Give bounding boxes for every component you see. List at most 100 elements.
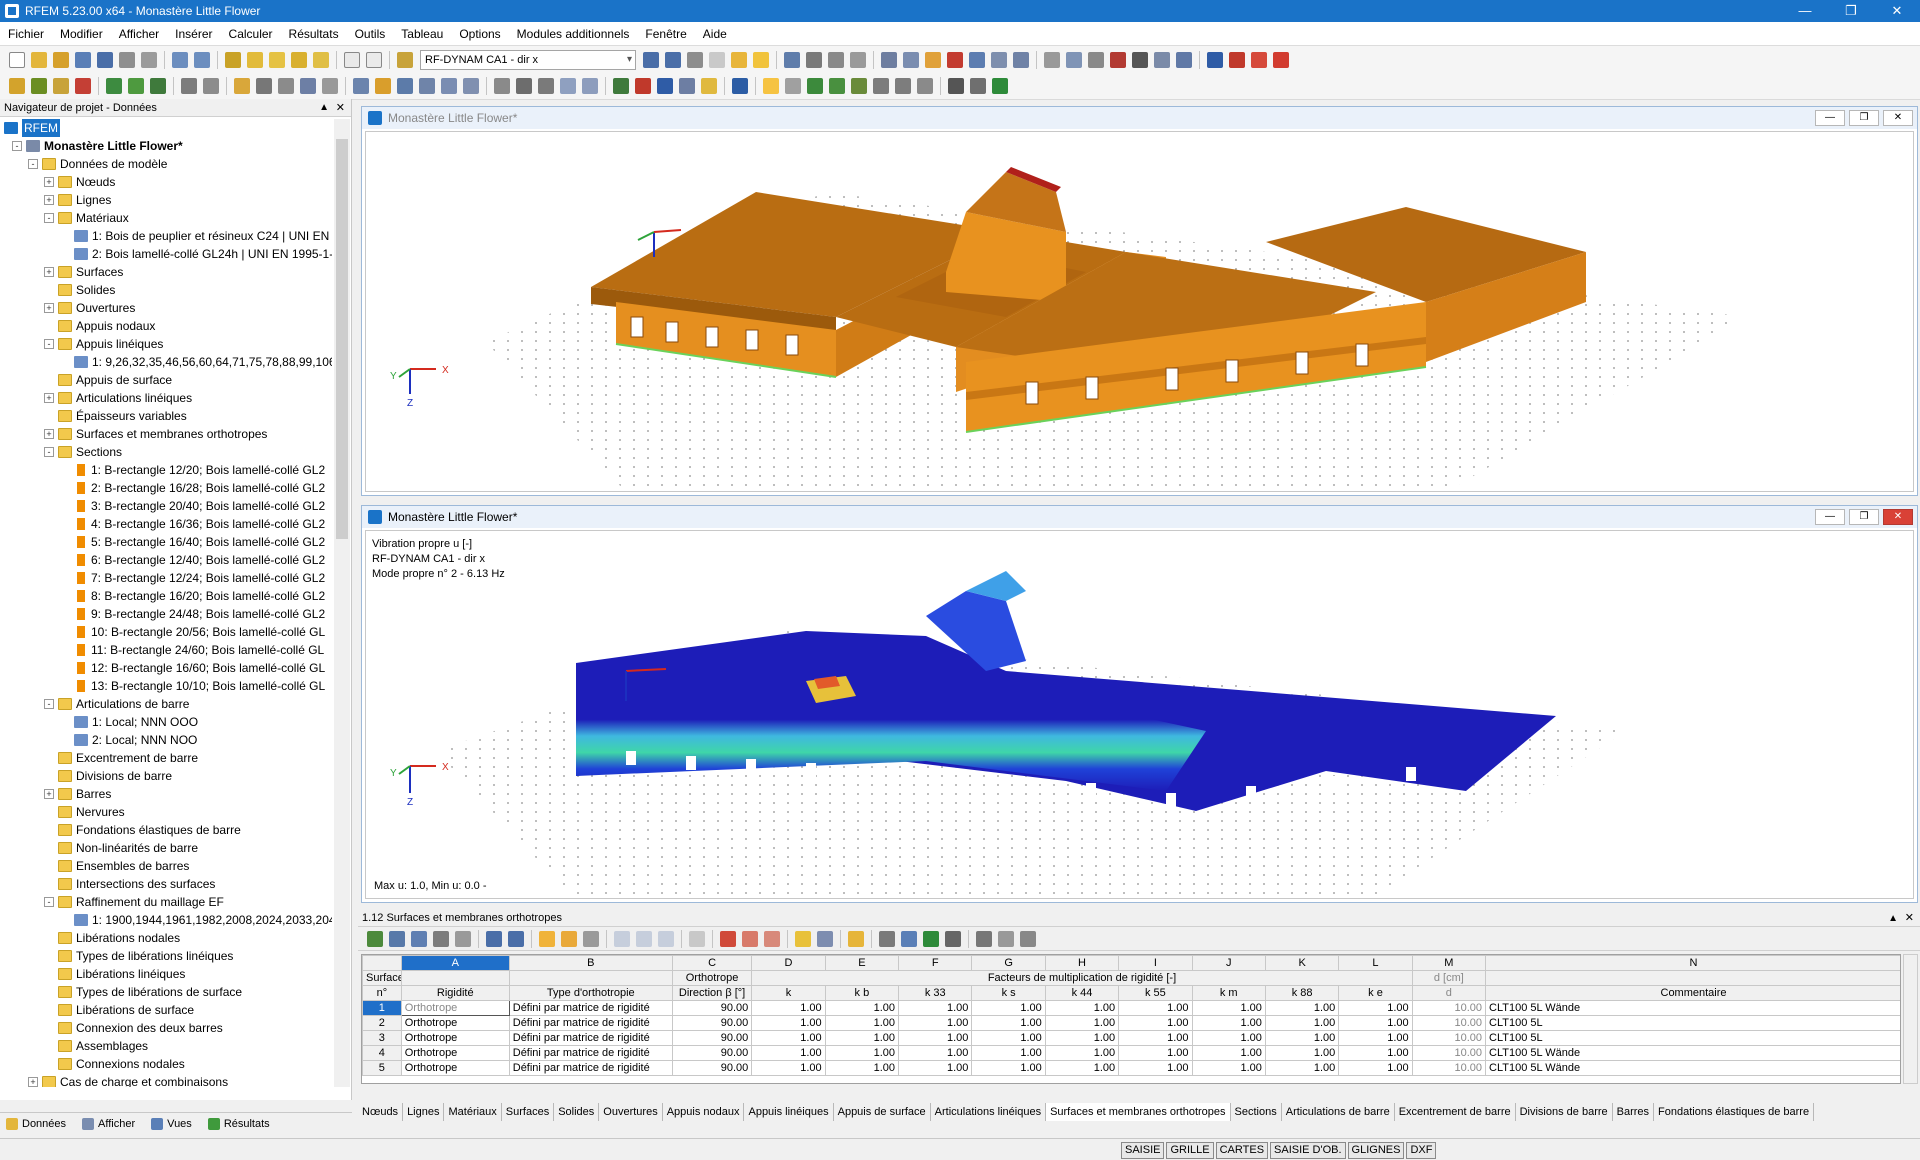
tree-item[interactable]: Appuis nodaux (0, 317, 332, 335)
show-values-icon[interactable] (753, 52, 769, 68)
color-icon[interactable] (732, 78, 748, 94)
table-cell[interactable]: 90.00 (672, 1031, 751, 1046)
table-find-icon[interactable] (976, 931, 992, 947)
menu-aide[interactable]: Aide (703, 27, 727, 41)
grid-view-icon[interactable] (917, 78, 933, 94)
tree-item[interactable]: 1: 1900,1944,1961,1982,2008,2024,2033,20… (0, 911, 332, 929)
table-graph-icon[interactable] (901, 931, 917, 947)
table-cut-icon[interactable] (742, 931, 758, 947)
tree-item[interactable]: 2: B-rectangle 16/28; Bois lamellé-collé… (0, 479, 332, 497)
table-insert-row-icon[interactable] (614, 931, 630, 947)
table-cell[interactable]: 1.00 (1045, 1001, 1118, 1016)
save-all-icon[interactable] (75, 52, 91, 68)
tree-item[interactable]: 2: Local; NNN NOO (0, 731, 332, 749)
table-cell[interactable]: 1.00 (1265, 1016, 1338, 1031)
table-cell[interactable]: 1.00 (1045, 1046, 1118, 1061)
tree-item[interactable]: Fondations élastiques de barre (0, 821, 332, 839)
tree-item[interactable]: Assemblages (0, 1037, 332, 1055)
table-cell[interactable]: 10.00 (1412, 1046, 1485, 1061)
column-letter[interactable]: F (899, 956, 972, 971)
status-dxf[interactable]: DXF (1406, 1142, 1436, 1159)
tree-item[interactable]: Connexion des deux barres (0, 1019, 332, 1037)
table-tab[interactable]: Ouvertures (599, 1103, 662, 1121)
tree-item[interactable]: 1: 9,26,32,35,46,56,60,64,71,75,78,88,99… (0, 353, 332, 371)
table-cell[interactable]: 1 (363, 1001, 402, 1016)
tree-item[interactable]: 3: B-rectangle 20/40; Bois lamellé-collé… (0, 497, 332, 515)
table-cell[interactable]: 1.00 (1119, 1016, 1192, 1031)
table-cell[interactable]: 90.00 (672, 1061, 751, 1076)
tree-item[interactable]: Divisions de barre (0, 767, 332, 785)
member-icon[interactable] (75, 78, 91, 94)
table-sync-icon[interactable] (539, 931, 555, 947)
zoom-icon[interactable] (538, 78, 554, 94)
table-cell[interactable]: 1.00 (899, 1046, 972, 1061)
solid-icon[interactable] (947, 52, 963, 68)
menu-fichier[interactable]: Fichier (8, 27, 44, 41)
table-cell[interactable]: 1.00 (1192, 1001, 1265, 1016)
tree-item[interactable]: -Raffinement du maillage EF (0, 893, 332, 911)
table-cell[interactable]: 1.00 (825, 1046, 898, 1061)
table-sort-icon[interactable] (658, 931, 674, 947)
show-results-on-icon[interactable] (731, 52, 747, 68)
table-cell[interactable]: 1.00 (1192, 1016, 1265, 1031)
table-tab[interactable]: Appuis de surface (834, 1103, 931, 1121)
tree-item[interactable]: +Lignes (0, 191, 332, 209)
pin-icon[interactable]: ▲ (1888, 910, 1898, 927)
table-cell[interactable]: 1.00 (1339, 1061, 1412, 1076)
table-cell[interactable]: 1.00 (1192, 1031, 1265, 1046)
undeformed-icon[interactable] (784, 52, 800, 68)
table-note-icon[interactable] (848, 931, 864, 947)
table-cell[interactable]: 1.00 (825, 1061, 898, 1076)
tree-item[interactable]: -Matériaux (0, 209, 332, 227)
table-filter2-icon[interactable] (1020, 931, 1036, 947)
table-cell[interactable]: 1.00 (972, 1016, 1045, 1031)
tree-item[interactable]: Nervures (0, 803, 332, 821)
table-cell[interactable]: CLT100 5L (1486, 1016, 1901, 1031)
print-preview-icon[interactable] (141, 52, 157, 68)
close-icon[interactable]: ✕ (336, 99, 345, 117)
pin-icon[interactable]: ▲ (319, 99, 329, 117)
tab-vues[interactable]: Vues (151, 1118, 192, 1130)
column-letter[interactable]: B (509, 956, 672, 971)
move-icon[interactable] (353, 78, 369, 94)
axis-z-icon[interactable] (657, 78, 673, 94)
new-file-icon[interactable] (9, 52, 25, 68)
table-cell[interactable]: CLT100 5L Wände (1486, 1046, 1901, 1061)
tools-icon[interactable] (970, 78, 986, 94)
zoom-window-icon[interactable] (494, 78, 510, 94)
table-cell[interactable]: Orthotrope (401, 1016, 509, 1031)
table-cell[interactable]: 1.00 (752, 1046, 825, 1061)
visibility-icon[interactable] (851, 78, 867, 94)
tree-item[interactable]: +Articulations linéiques (0, 389, 332, 407)
tree-item[interactable]: Types de libérations de surface (0, 983, 332, 1001)
surface-icon[interactable] (234, 78, 250, 94)
perspective-icon[interactable] (701, 78, 717, 94)
target-icon[interactable] (269, 52, 285, 68)
tree-item[interactable]: 4: B-rectangle 16/36; Bois lamellé-collé… (0, 515, 332, 533)
expand-icon[interactable]: + (28, 1077, 38, 1087)
report-icon[interactable] (1273, 52, 1289, 68)
table-cell[interactable]: 1.00 (752, 1031, 825, 1046)
tree-item[interactable]: Ensembles de barres (0, 857, 332, 875)
table-cell[interactable]: 1.00 (1119, 1031, 1192, 1046)
navigator-scroll-thumb[interactable] (336, 139, 348, 539)
tree-item[interactable]: Connexions nodales (0, 1055, 332, 1073)
support-line-icon[interactable] (128, 78, 144, 94)
import-icon[interactable] (1229, 52, 1245, 68)
iso-icon[interactable] (679, 78, 695, 94)
table-tab[interactable]: Appuis linéiques (744, 1103, 833, 1121)
view-xz-icon[interactable] (582, 78, 598, 94)
opening-icon[interactable] (256, 78, 272, 94)
table-tab[interactable]: Divisions de barre (1516, 1103, 1613, 1121)
axis-x-icon[interactable] (613, 78, 629, 94)
section-view-icon[interactable] (828, 52, 844, 68)
tree-item[interactable]: Intersections des surfaces (0, 875, 332, 893)
collapse-icon[interactable]: - (44, 699, 54, 709)
table-cell[interactable]: 1.00 (972, 1001, 1045, 1016)
column-letter[interactable]: A (401, 956, 509, 971)
menu-afficher[interactable]: Afficher (119, 27, 159, 41)
table-filter-icon[interactable] (455, 931, 471, 947)
table-cell[interactable]: 10.00 (1412, 1001, 1485, 1016)
status-cartes[interactable]: CARTES (1216, 1142, 1268, 1159)
table-scrollbar[interactable] (1903, 954, 1918, 1084)
